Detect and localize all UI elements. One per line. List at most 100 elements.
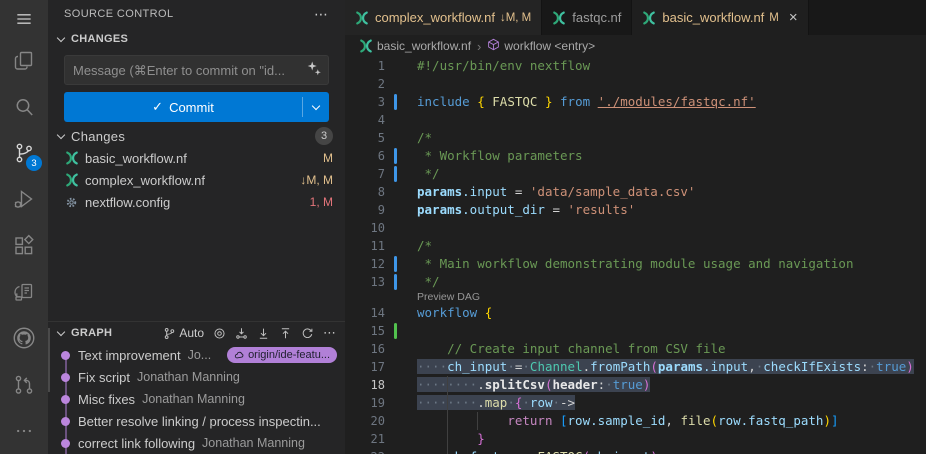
gutter[interactable] bbox=[385, 304, 407, 322]
graph-auto-button[interactable]: Auto bbox=[163, 326, 204, 340]
line-number[interactable]: 7 bbox=[345, 165, 385, 183]
line-number[interactable]: 14 bbox=[345, 304, 385, 322]
line-number[interactable]: 12 bbox=[345, 255, 385, 273]
line-number[interactable]: 9 bbox=[345, 201, 385, 219]
sparkle-icon[interactable] bbox=[306, 60, 322, 81]
line-number[interactable]: 20 bbox=[345, 412, 385, 430]
line-number[interactable]: 10 bbox=[345, 219, 385, 237]
sidebar-more-button[interactable]: ⋯ bbox=[314, 6, 329, 23]
commit-message-input[interactable] bbox=[73, 63, 306, 78]
code-text[interactable]: ········.map·{·row·-> bbox=[407, 394, 926, 412]
line-number[interactable]: 15 bbox=[345, 322, 385, 340]
line-number[interactable]: 8 bbox=[345, 183, 385, 201]
line-number[interactable]: 5 bbox=[345, 129, 385, 147]
code-text[interactable]: #!/usr/bin/env nextflow bbox=[407, 57, 926, 75]
commit-row[interactable]: Fix scriptJonathan Manning bbox=[48, 366, 345, 388]
commit-row[interactable]: Better resolve linking / process inspect… bbox=[48, 410, 345, 432]
gutter[interactable] bbox=[385, 111, 407, 129]
activity-item-explorer-icon[interactable] bbox=[0, 37, 48, 83]
gutter[interactable] bbox=[385, 147, 407, 165]
tab-fastqc.nf[interactable]: fastqc.nf bbox=[542, 0, 632, 35]
gutter[interactable] bbox=[385, 412, 407, 430]
close-icon[interactable]: × bbox=[789, 10, 798, 25]
gutter[interactable] bbox=[385, 273, 407, 291]
activity-item-more-icon[interactable] bbox=[0, 408, 48, 454]
tab-basic_workflow.nf[interactable]: basic_workflow.nfM× bbox=[632, 0, 808, 35]
code-text[interactable]: ch_fastqc = FASTQC(ch_input) bbox=[407, 448, 926, 454]
changes-tree-header[interactable]: Changes 3 bbox=[48, 125, 345, 147]
code-text[interactable]: /* bbox=[407, 129, 926, 147]
line-number[interactable]: 17 bbox=[345, 358, 385, 376]
line-number[interactable]: 1 bbox=[345, 57, 385, 75]
activity-item-extensions-icon[interactable] bbox=[0, 223, 48, 269]
activity-item-search-icon[interactable] bbox=[0, 84, 48, 130]
code-text[interactable] bbox=[407, 322, 926, 340]
line-number[interactable]: 13 bbox=[345, 273, 385, 291]
line-number[interactable]: 4 bbox=[345, 111, 385, 129]
code-text[interactable]: // Create input channel from CSV file bbox=[407, 340, 926, 358]
code-text[interactable] bbox=[407, 219, 926, 237]
line-number[interactable]: 22 bbox=[345, 448, 385, 454]
line-number[interactable]: 21 bbox=[345, 430, 385, 448]
gutter[interactable] bbox=[385, 165, 407, 183]
push-icon[interactable] bbox=[279, 327, 292, 340]
gutter[interactable] bbox=[385, 322, 407, 340]
gutter[interactable] bbox=[385, 57, 407, 75]
activity-item-menu-icon[interactable] bbox=[0, 0, 48, 37]
gutter[interactable] bbox=[385, 201, 407, 219]
graph-more-button[interactable]: ⋯ bbox=[323, 325, 337, 341]
commit-row[interactable]: correct link followingJonathan Manning bbox=[48, 432, 345, 454]
code-text[interactable]: params.output_dir = 'results' bbox=[407, 201, 926, 219]
code-text[interactable]: */ bbox=[407, 165, 926, 183]
tab-complex_workflow.nf[interactable]: complex_workflow.nf↓M, M bbox=[345, 0, 542, 35]
code-text[interactable]: */ bbox=[407, 273, 926, 291]
code-text[interactable]: * Main workflow demonstrating module usa… bbox=[407, 255, 926, 273]
changed-file-row[interactable]: nextflow.config1, M bbox=[48, 191, 345, 213]
refresh-icon[interactable] bbox=[301, 327, 314, 340]
code-text[interactable]: workflow { bbox=[407, 304, 926, 322]
changed-file-row[interactable]: complex_workflow.nf↓M, M bbox=[48, 169, 345, 191]
line-number[interactable]: 16 bbox=[345, 340, 385, 358]
line-number[interactable]: 18 bbox=[345, 376, 385, 394]
graph-section-header[interactable]: GRAPH Auto bbox=[48, 322, 345, 344]
codelens-preview-dag[interactable]: Preview DAG bbox=[345, 291, 926, 304]
breadcrumb-symbol[interactable]: workflow <entry> bbox=[487, 38, 595, 54]
code-text[interactable]: ········.splitCsv(header:·true) bbox=[407, 376, 926, 394]
code-area[interactable]: 1 #!/usr/bin/env nextflow 23 include { FAST… bbox=[345, 57, 926, 454]
target-icon[interactable] bbox=[213, 327, 226, 340]
gutter[interactable] bbox=[385, 129, 407, 147]
commit-row[interactable]: Text improvementJo...origin/ide-featu... bbox=[48, 344, 345, 366]
code-text[interactable]: return [row.sample_id, file(row.fastq_pa… bbox=[407, 412, 926, 430]
gutter[interactable] bbox=[385, 394, 407, 412]
activity-item-github-icon[interactable] bbox=[0, 315, 48, 361]
commit-button-main[interactable]: ✓ Commit bbox=[64, 92, 302, 122]
activity-item-document-arrow-icon[interactable] bbox=[0, 269, 48, 315]
line-number[interactable]: 2 bbox=[345, 75, 385, 93]
code-text[interactable]: include { FASTQC } from './modules/fastq… bbox=[407, 93, 926, 111]
line-number[interactable]: 11 bbox=[345, 237, 385, 255]
gutter[interactable] bbox=[385, 93, 407, 111]
gutter[interactable] bbox=[385, 376, 407, 394]
code-text[interactable] bbox=[407, 75, 926, 93]
activity-item-source-control-icon[interactable]: 3 bbox=[0, 130, 48, 176]
code-text[interactable]: params.input = 'data/sample_data.csv' bbox=[407, 183, 926, 201]
gutter[interactable] bbox=[385, 340, 407, 358]
gutter[interactable] bbox=[385, 430, 407, 448]
code-text[interactable]: ····ch_input·=·Channel.fromPath(params.i… bbox=[407, 358, 926, 376]
code-text[interactable]: /* bbox=[407, 237, 926, 255]
gutter[interactable] bbox=[385, 183, 407, 201]
line-number[interactable]: 3 bbox=[345, 93, 385, 111]
gutter[interactable] bbox=[385, 255, 407, 273]
activity-item-run-debug-icon[interactable] bbox=[0, 176, 48, 222]
code-text[interactable]: * Workflow parameters bbox=[407, 147, 926, 165]
code-text[interactable] bbox=[407, 111, 926, 129]
commit-row[interactable]: Misc fixesJonathan Manning bbox=[48, 388, 345, 410]
gutter[interactable] bbox=[385, 219, 407, 237]
changes-section-header[interactable]: CHANGES bbox=[48, 28, 345, 50]
commit-dropdown-button[interactable] bbox=[303, 92, 329, 122]
gutter[interactable] bbox=[385, 358, 407, 376]
line-number[interactable]: 19 bbox=[345, 394, 385, 412]
line-number[interactable]: 6 bbox=[345, 147, 385, 165]
changed-file-row[interactable]: basic_workflow.nfM bbox=[48, 147, 345, 169]
breadcrumb-file[interactable]: basic_workflow.nf bbox=[359, 39, 471, 53]
